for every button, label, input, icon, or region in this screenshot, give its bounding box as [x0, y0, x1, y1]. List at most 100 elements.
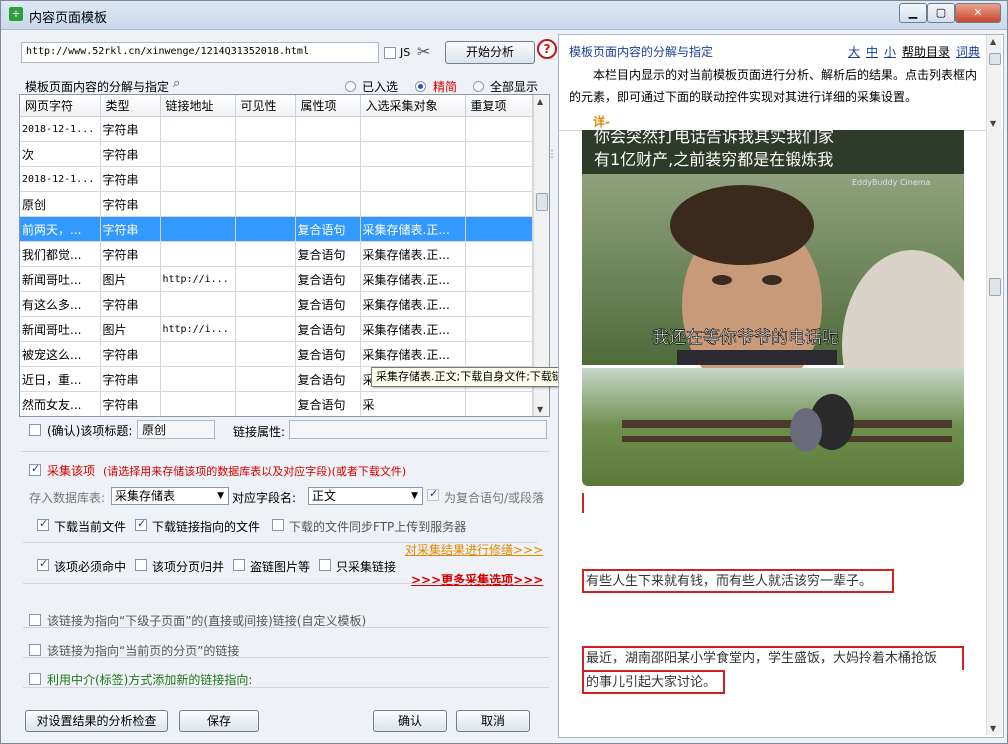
download-current-checkbox[interactable] [37, 517, 49, 531]
table-row[interactable]: 原创 字符串 [20, 191, 533, 217]
collect-link-only-checkbox[interactable] [319, 559, 331, 571]
table-cell [465, 316, 533, 342]
filter-radio-all[interactable] [473, 81, 484, 92]
compound-checkbox[interactable] [427, 487, 439, 501]
table-row[interactable]: 次字符串 [20, 141, 533, 167]
table-row[interactable]: 我们都觉... 字符串 复合语句 采集存储表.正... [20, 241, 533, 267]
filter-radio-concise[interactable] [415, 81, 426, 92]
table-cell [160, 366, 236, 392]
ok-button[interactable]: 确认 [373, 710, 447, 732]
table-row[interactable]: 被宠这么... 字符串 复合语句 采集存储表.正... [20, 341, 533, 367]
table-cell: 图片 [100, 316, 161, 342]
scroll-down-icon[interactable]: ▼ [537, 405, 543, 414]
table-cell: 复合语句 [295, 241, 361, 267]
column-header[interactable]: 链接地址 [160, 95, 236, 117]
analysis-check-button[interactable]: 对设置结果的分析检查 [25, 710, 168, 732]
table-cell [465, 141, 533, 167]
preview-paragraph-2-line2[interactable]: 的事儿引起大家讨论。 [582, 670, 725, 694]
help-more-link[interactable]: 详- [593, 113, 610, 130]
table-row[interactable]: 有这么多... 字符串 复合语句 采集存储表.正... [20, 291, 533, 317]
scroll-up-icon[interactable]: ▲ [537, 97, 543, 106]
current-page-paging-checkbox[interactable] [29, 644, 41, 656]
paged-merge-checkbox[interactable] [135, 559, 147, 571]
collect-item-checkbox[interactable] [29, 462, 41, 476]
sub-page-link-checkbox[interactable] [29, 614, 41, 626]
preview-paragraph-2-line1[interactable]: 最近，湖南邵阳某小学食堂内，学生盛饭，大妈拎着木桶抢饭 [582, 646, 964, 670]
table-cell [235, 266, 296, 292]
dictionary-link[interactable]: 词典 [956, 43, 980, 60]
preview-paragraph-1[interactable]: 有些人生下来就有钱，而有些人就活该穷一辈子。 [582, 569, 894, 593]
table-cell [235, 166, 296, 192]
scroll-thumb[interactable] [536, 193, 548, 211]
filter-radio-selected[interactable] [345, 81, 356, 92]
column-header[interactable]: 类型 [100, 95, 161, 117]
js-checkbox[interactable] [384, 47, 396, 59]
column-header[interactable]: 属性项 [295, 95, 361, 117]
column-header[interactable]: 入选采集对象 [360, 95, 466, 117]
table-cell: 复合语句 [295, 417, 360, 418]
table-row[interactable]: 新闻哥吐...图片http://i... 复合语句采集存储表.正... [20, 316, 533, 342]
font-size-small-link[interactable]: 小 [884, 43, 896, 60]
confirm-title-input[interactable]: 原创 [137, 420, 215, 439]
table-cell: 采 [360, 391, 466, 416]
scroll-thumb[interactable] [989, 53, 1001, 65]
column-header[interactable]: 网页字符 [20, 95, 101, 117]
store-table-select[interactable]: 采集存储表 ▼ [111, 487, 229, 505]
cancel-button[interactable]: 取消 [456, 710, 530, 732]
table-cell [295, 166, 361, 192]
scroll-thumb[interactable] [989, 278, 1001, 296]
maximize-button[interactable]: ▢ [927, 3, 955, 23]
table-cell [235, 241, 296, 267]
table-row[interactable]: 前两天，... 字符串 复合语句 采集存储表.正... [20, 216, 533, 242]
more-options-link[interactable]: >>>更多采集选项>>> [411, 571, 543, 588]
help-index-link[interactable]: 帮助目录 [902, 43, 950, 60]
help-box: 模板页面内容的分解与指定 大 中 小 帮助目录 词典 本栏目内显示的对当前模板页… [559, 35, 1001, 131]
table-cell [465, 291, 533, 317]
search-icon[interactable]: ⌕ [173, 76, 180, 91]
intermediary-checkbox[interactable] [29, 673, 41, 685]
font-size-medium-link[interactable]: 中 [866, 43, 878, 60]
splitter-grip-icon[interactable]: ⋮ [547, 149, 557, 160]
text-cursor [582, 493, 584, 513]
table-cell: 2018-12-1... [20, 116, 101, 142]
table-cell: 采集存储表.正... [360, 417, 465, 418]
save-button[interactable]: 保存 [179, 710, 259, 732]
minimize-button[interactable]: ▁ [899, 3, 927, 23]
modify-results-link[interactable]: 对采集结果进行修缮>>> [405, 541, 543, 558]
preview-scrollbar[interactable]: ▼ [986, 130, 1002, 735]
confirm-title-checkbox[interactable] [29, 424, 41, 436]
link-attr-input[interactable] [289, 420, 547, 439]
table-cell [160, 391, 236, 416]
close-button[interactable]: ✕ [955, 3, 1001, 23]
table-cell: 复合语句 [295, 366, 361, 392]
url-input[interactable]: http://www.52rkl.cn/xinwenge/1214Q313520… [21, 42, 379, 63]
scroll-up-icon[interactable]: ▲ [990, 37, 996, 46]
help-question-icon[interactable]: ? [537, 39, 557, 59]
download-link-checkbox[interactable] [135, 517, 147, 531]
table-row[interactable]: 2018-12-1... 字符串 [20, 116, 533, 142]
help-scrollbar[interactable]: ▲ ▼ [986, 35, 1001, 130]
table-row[interactable]: 2018-12-1... 字符串 [20, 166, 533, 192]
must-hit-checkbox[interactable] [37, 557, 49, 571]
column-header[interactable]: 重复项 [465, 95, 533, 117]
field-name-label: 对应字段名: [232, 491, 297, 505]
field-name-select[interactable]: 正文 ▼ [308, 487, 423, 505]
store-table-label: 存入数据库表: [29, 491, 106, 505]
ftp-sync-checkbox[interactable] [272, 519, 284, 531]
table-row[interactable]: 新闻哥吐...图片http://i... 复合语句采集存储表.正... [20, 417, 532, 418]
scroll-down-icon[interactable]: ▼ [990, 724, 996, 733]
table-row[interactable]: 然而女友... 字符串 复合语句采 [20, 391, 533, 416]
table-cell: 图片 [100, 417, 160, 418]
scroll-down-icon[interactable]: ▼ [990, 119, 996, 128]
table-cell [160, 116, 236, 142]
table-row[interactable]: 新闻哥吐...图片http://i... 复合语句采集存储表.正... [20, 266, 533, 292]
tools-icon[interactable]: ✂ [417, 42, 430, 61]
js-label: JS [400, 46, 411, 59]
table-cell [295, 141, 361, 167]
analyze-button[interactable]: 开始分析 [445, 41, 535, 64]
download-link-label: 下载链接指向的文件 [152, 520, 261, 534]
column-header[interactable]: 可见性 [235, 95, 296, 117]
font-size-large-link[interactable]: 大 [848, 43, 860, 60]
hotlink-img-checkbox[interactable] [233, 559, 245, 571]
table-cell: 复合语句 [295, 341, 361, 367]
